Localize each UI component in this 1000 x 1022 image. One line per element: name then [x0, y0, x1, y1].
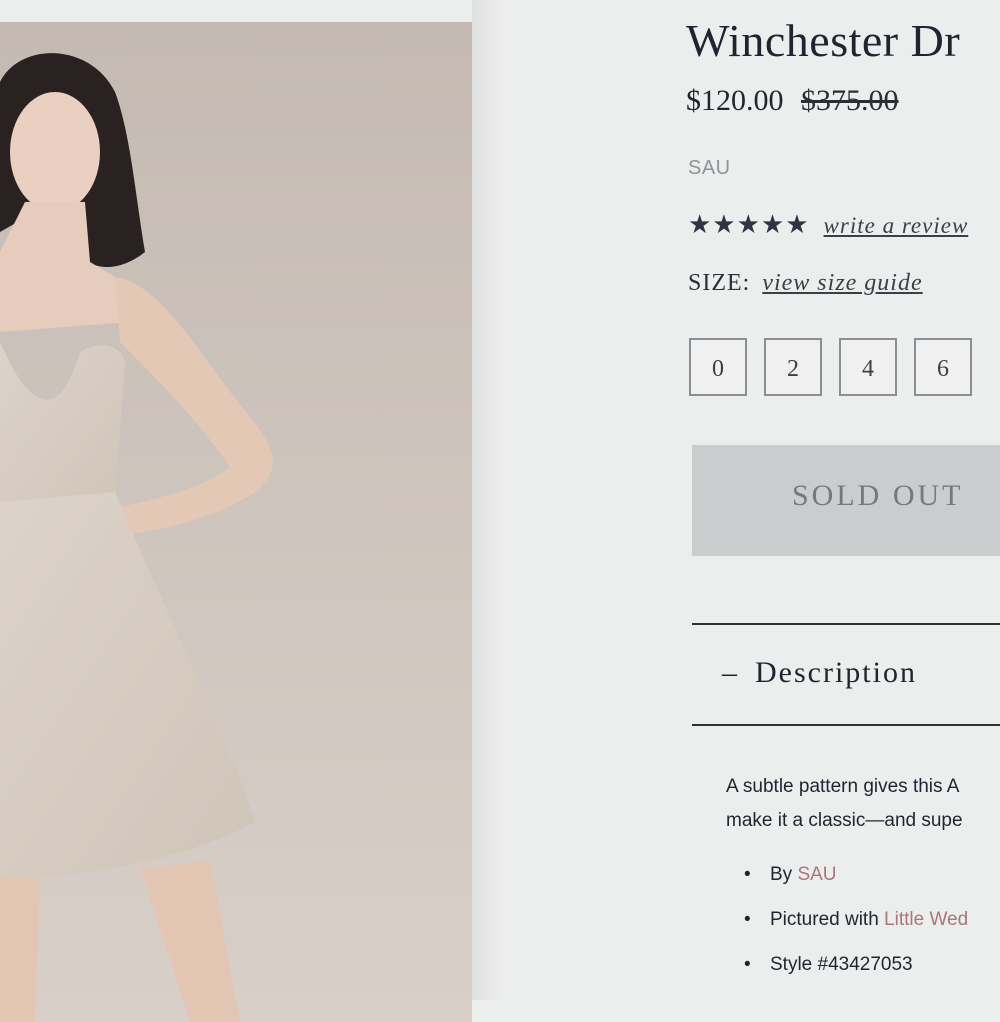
brand-name: SAU: [688, 157, 731, 179]
size-guide-link[interactable]: view size guide: [762, 270, 922, 296]
sold-out-button[interactable]: SOLD OUT: [692, 445, 1000, 556]
collapse-icon: –: [722, 656, 739, 689]
model-illustration: [0, 22, 472, 1022]
list-item: • Style #43427053: [744, 948, 968, 993]
bullet-icon: •: [744, 954, 751, 975]
size-options: 0246: [689, 338, 989, 396]
description-toggle[interactable]: – Description: [722, 656, 917, 690]
price-current: $120.00: [686, 84, 784, 117]
size-row: SIZE: view size guide: [688, 270, 923, 297]
brand-link[interactable]: SAU: [797, 864, 836, 885]
product-title: Winchester Dr: [686, 15, 961, 66]
size-label: SIZE:: [688, 270, 751, 296]
divider: [692, 724, 1000, 726]
rating-row: ★★★★★ write a review: [688, 210, 968, 240]
product-image[interactable]: [0, 22, 472, 1022]
description-line: A subtle pattern gives this A: [726, 776, 960, 797]
list-item: • Pictured with Little Wed: [744, 903, 968, 948]
style-number: Style #43427053: [770, 954, 913, 975]
price-original: $375.00: [801, 84, 899, 117]
pictured-with-link[interactable]: Little Wed: [884, 909, 968, 930]
bullet-icon: •: [744, 864, 751, 885]
size-option-6[interactable]: 6: [914, 338, 972, 396]
write-review-link[interactable]: write a review: [824, 213, 969, 238]
size-option-0[interactable]: 0: [689, 338, 747, 396]
size-option-2[interactable]: 2: [764, 338, 822, 396]
description-text: A subtle pattern gives this A make it a …: [726, 770, 1000, 840]
gutter: [472, 0, 502, 1000]
size-option-4[interactable]: 4: [839, 338, 897, 396]
bullet-text: By: [770, 864, 798, 885]
detail-list: • By SAU • Pictured with Little Wed • Style…: [744, 858, 968, 993]
star-rating-icon: ★★★★★: [688, 210, 810, 239]
divider: [692, 623, 1000, 625]
description-line: make it a classic—and supe: [726, 810, 963, 831]
price-row: $120.00 $375.00: [686, 84, 899, 118]
bullet-text: Pictured with: [770, 909, 885, 930]
list-item: • By SAU: [744, 858, 968, 903]
description-heading: Description: [755, 656, 917, 689]
bullet-icon: •: [744, 909, 751, 930]
